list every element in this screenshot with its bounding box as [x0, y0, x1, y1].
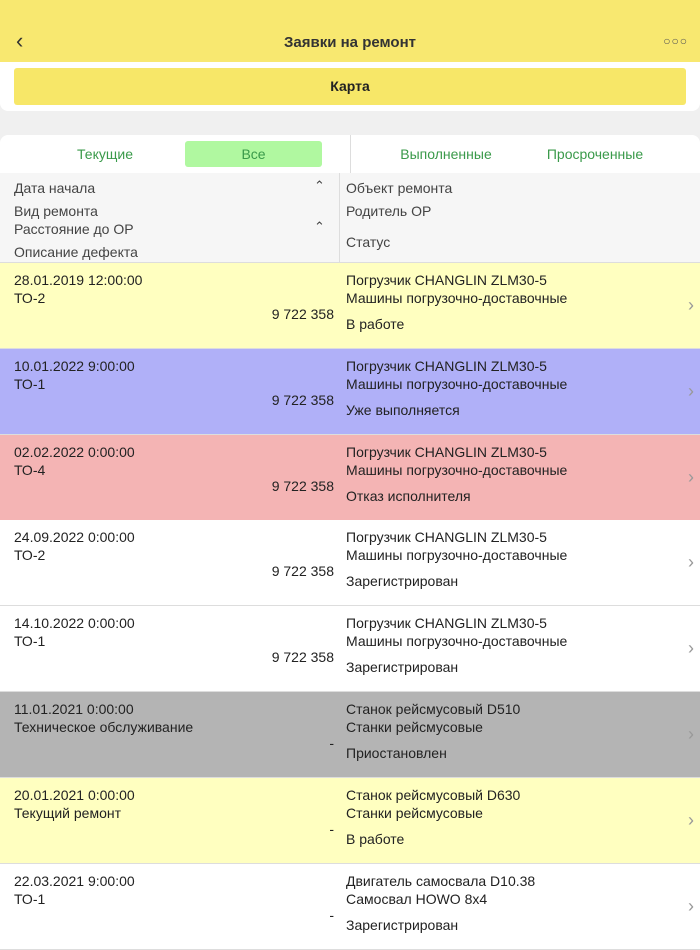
col-parent[interactable]: Родитель ОР: [346, 203, 431, 219]
divider: [350, 135, 351, 173]
status: Уже выполняется: [346, 401, 460, 418]
more-dots-icon[interactable]: ○○○: [663, 34, 688, 48]
distance: -: [329, 906, 334, 923]
parent-object: Самосвал HOWO 8x4: [346, 890, 488, 907]
table-row[interactable]: 02.02.2022 0:00:00 ТО-4 9 722 358 Погрузчик…: [0, 434, 700, 521]
parent-object: Станки рейсмусовые: [346, 804, 483, 821]
repair-type: ТО-2: [14, 547, 46, 564]
chevron-right-icon: ›: [688, 724, 694, 744]
start-date: 28.01.2019 12:00:00: [14, 272, 143, 288]
tab-completed[interactable]: Выполненные: [385, 141, 507, 167]
repair-type: ТО-1: [14, 375, 46, 392]
repair-type: ТО-1: [14, 890, 46, 907]
repair-object: Станок рейсмусовый D510: [346, 701, 521, 717]
distance: -: [329, 735, 334, 751]
start-date: 02.02.2022 0:00:00: [14, 443, 135, 460]
status: Зарегистрирован: [346, 916, 459, 933]
tab-current[interactable]: Текущие: [50, 141, 160, 167]
tab-overdue[interactable]: Просроченные: [535, 141, 655, 167]
distance: -: [329, 820, 334, 837]
table-row[interactable]: 24.09.2022 0:00:00 ТО-2 9 722 358 Погрузчик…: [0, 520, 700, 607]
sort-asc-icon[interactable]: ⌃: [314, 178, 325, 194]
map-button[interactable]: Карта: [14, 68, 686, 105]
parent-object: Машины погрузочно-доставочные: [346, 375, 568, 392]
distance: 9 722 358: [271, 477, 334, 494]
page-title: Заявки на ремонт: [284, 34, 416, 51]
repair-object: Погрузчик CHANGLIN ZLM30-5: [346, 529, 547, 546]
distance: 9 722 358: [271, 649, 334, 666]
col-defect[interactable]: Описание дефекта: [14, 244, 138, 260]
table-row[interactable]: 28.01.2019 12:00:00 ТО-2 9 722 358 Погрузчи…: [0, 263, 700, 349]
table-row[interactable]: 14.10.2022 0:00:00 ТО-1 9 722 358 Погрузчик…: [0, 606, 700, 693]
col-start-date[interactable]: Дата начала: [14, 180, 95, 196]
col-object[interactable]: Объект ремонта: [346, 180, 452, 196]
col-repair-type[interactable]: Вид ремонта: [14, 203, 98, 219]
distance: 9 722 358: [271, 391, 334, 408]
parent-object: Машины погрузочно-доставочные: [346, 633, 568, 650]
status: Зарегистрирован: [346, 573, 459, 590]
repair-object: Погрузчик CHANGLIN ZLM30-5: [346, 357, 547, 374]
top-bar: ‹ Заявки на ремонт ○○○: [0, 0, 700, 62]
start-date: 10.01.2022 9:00:00: [14, 357, 135, 374]
filter-tabs: Текущие Все Выполненные Просроченные: [0, 135, 700, 173]
parent-object: Станки рейсмусовые: [346, 719, 483, 735]
start-date: 14.10.2022 0:00:00: [14, 615, 135, 632]
repair-type: Текущий ремонт: [14, 804, 122, 821]
map-panel: Карта: [0, 62, 700, 111]
divider: [339, 173, 340, 263]
start-date: 11.01.2021 0:00:00: [14, 701, 134, 717]
status: Зарегистрирован: [346, 659, 459, 676]
start-date: 24.09.2022 0:00:00: [14, 529, 135, 546]
parent-object: Машины погрузочно-доставочные: [346, 290, 568, 306]
repair-object: Погрузчик CHANGLIN ZLM30-5: [346, 443, 547, 460]
chevron-right-icon: ›: [688, 552, 694, 573]
repair-type: ТО-1: [14, 633, 46, 650]
repair-object: Погрузчик CHANGLIN ZLM30-5: [346, 272, 547, 288]
start-date: 22.03.2021 9:00:00: [14, 872, 135, 889]
status: В работе: [346, 830, 405, 847]
table-row[interactable]: 22.03.2021 9:00:00 ТО-1 - Двигатель самосва…: [0, 863, 700, 950]
repair-object: Станок рейсмусовый D630: [346, 786, 521, 803]
chevron-right-icon: ›: [688, 638, 694, 659]
parent-object: Машины погрузочно-доставочные: [346, 461, 568, 478]
repair-object: Двигатель самосвала D10.38: [346, 872, 536, 889]
chevron-right-icon: ›: [688, 380, 694, 401]
repair-type: ТО-2: [14, 290, 46, 306]
chevron-right-icon: ›: [688, 895, 694, 916]
col-distance[interactable]: Расстояние до ОР: [14, 221, 134, 237]
table-row[interactable]: 20.01.2021 0:00:00 Текущий ремонт - Станок …: [0, 777, 700, 864]
table-header: Дата начала ⌃ Вид ремонта Расстояние до …: [0, 173, 700, 263]
status: В работе: [346, 316, 405, 332]
repair-type: ТО-4: [14, 461, 46, 478]
chevron-right-icon: ›: [688, 295, 694, 315]
tab-all[interactable]: Все: [185, 141, 322, 167]
status: Приостановлен: [346, 745, 447, 761]
sort-asc-icon[interactable]: ⌃: [314, 219, 325, 235]
repair-object: Погрузчик CHANGLIN ZLM30-5: [346, 615, 547, 632]
status: Отказ исполнителя: [346, 487, 471, 504]
table-row[interactable]: 11.01.2021 0:00:00 Техническое обслуживан…: [0, 692, 700, 778]
start-date: 20.01.2021 0:00:00: [14, 786, 135, 803]
repair-type: Техническое обслуживание: [14, 719, 194, 735]
chevron-right-icon: ›: [688, 809, 694, 830]
col-status[interactable]: Статус: [346, 234, 390, 250]
parent-object: Машины погрузочно-доставочные: [346, 547, 568, 564]
table-row[interactable]: 10.01.2022 9:00:00 ТО-1 9 722 358 Погрузчик…: [0, 348, 700, 435]
distance: 9 722 358: [271, 306, 334, 322]
chevron-right-icon: ›: [688, 466, 694, 487]
distance: 9 722 358: [271, 563, 334, 580]
